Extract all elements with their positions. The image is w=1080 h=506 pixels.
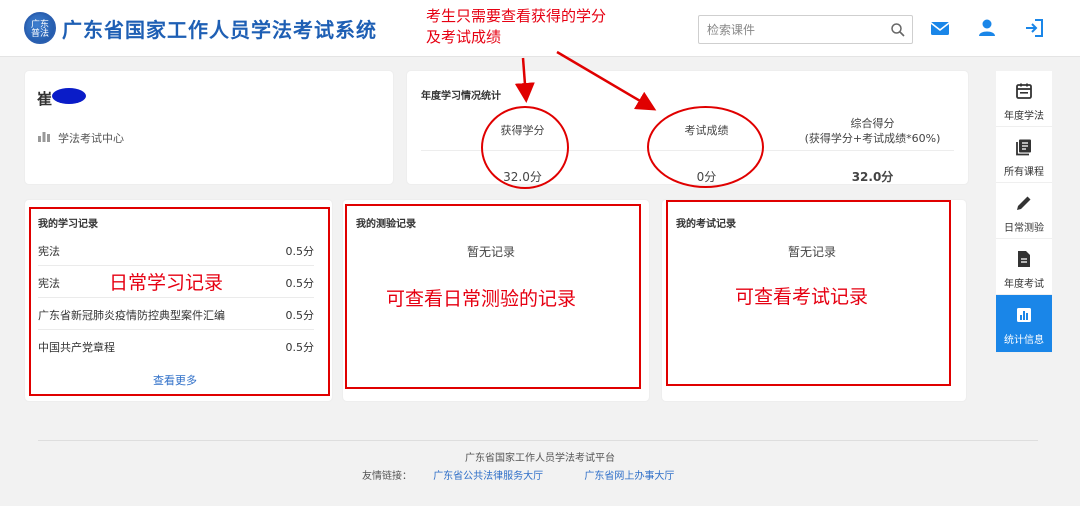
bar-chart-icon	[1017, 308, 1031, 322]
site-logo[interactable]: 广东 普法	[24, 12, 56, 44]
search-icon[interactable]	[890, 22, 906, 38]
pencil-icon	[1017, 196, 1031, 210]
logo-text: 广东 普法	[30, 20, 49, 39]
profile-card	[25, 71, 393, 184]
footer-link-legal-service[interactable]: 广东省公共法律服务大厅	[433, 471, 543, 482]
book-icon	[1016, 139, 1031, 156]
nav-label: 所有课程	[1004, 167, 1044, 178]
mail-icon[interactable]	[929, 17, 951, 39]
annotation-arrows	[514, 50, 657, 111]
document-icon	[1018, 251, 1030, 267]
user-icon[interactable]	[976, 17, 998, 39]
footer-platform-name: 广东省国家工作人员学法考试平台	[465, 453, 615, 464]
bar-chart-small-icon	[38, 132, 50, 142]
annotation-study-box	[29, 207, 330, 396]
side-nav: 年度学法 所有课程 日常测验 年度考试 统计信息	[996, 71, 1052, 353]
name-redaction	[52, 88, 86, 104]
nav-label: 统计信息	[1004, 335, 1044, 346]
exam-center-link[interactable]: 学法考试中心	[58, 130, 124, 146]
calendar-icon	[1016, 83, 1032, 99]
nav-all-courses[interactable]: 所有课程	[996, 127, 1052, 183]
total-score-label: 综合得分	[850, 117, 895, 130]
footer-links: 友情链接： 广东省公共法律服务大厅 广东省网上办事大厅	[362, 467, 674, 482]
footer-links-label: 友情链接：	[362, 471, 412, 482]
total-score-value: 32.0分	[851, 170, 894, 184]
footer-divider	[38, 440, 1038, 441]
nav-statistics[interactable]: 统计信息	[996, 295, 1052, 353]
nav-label: 日常测验	[1004, 223, 1044, 234]
nav-daily-quiz[interactable]: 日常测验	[996, 183, 1052, 239]
logout-icon[interactable]	[1023, 17, 1045, 39]
nav-label: 年度考试	[1004, 279, 1044, 290]
user-name: 崔	[37, 90, 53, 108]
annotation-exam-box	[666, 200, 951, 386]
nav-label: 年度学法	[1004, 111, 1044, 122]
annotation-quiz-box	[345, 204, 641, 389]
annotation-top-line1: 考生只需要查看获得的学分	[426, 7, 607, 25]
footer-link-online-service[interactable]: 广东省网上办事大厅	[584, 471, 674, 482]
total-score-formula: (获得学分+考试成绩*60%)	[804, 132, 941, 145]
annotation-top-line2: 及考试成绩	[426, 28, 502, 46]
nav-annual-study[interactable]: 年度学法	[996, 71, 1052, 127]
stats-title: 年度学习情况统计	[421, 91, 501, 102]
search-input[interactable]	[699, 16, 879, 43]
search-box	[698, 15, 913, 44]
nav-annual-exam[interactable]: 年度考试	[996, 239, 1052, 295]
site-title[interactable]: 广东省国家工作人员学法考试系统	[62, 14, 377, 43]
